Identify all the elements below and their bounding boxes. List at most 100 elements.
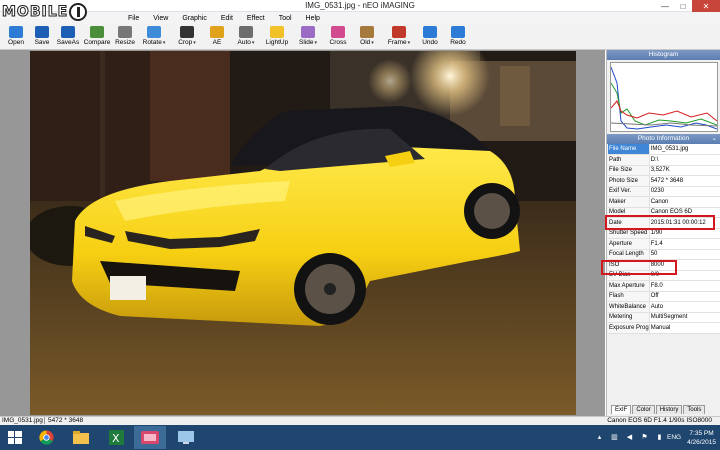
info-row[interactable]: Maker Canon	[608, 196, 720, 208]
info-row[interactable]: WhiteBalance Auto	[608, 301, 720, 313]
taskbar: X ▴ ▥ ◀ ⚑ ▮ ENG 7:35 PM 4/26/2015	[0, 425, 720, 450]
lightup-button[interactable]: LightUp	[262, 24, 292, 50]
info-key: WhiteBalance	[608, 301, 650, 313]
menu-item-file[interactable]: File	[128, 15, 139, 22]
save-as-icon	[61, 26, 75, 38]
compare-button[interactable]: Compare	[82, 24, 112, 50]
redo-label: Redo	[450, 39, 466, 46]
undo-button[interactable]: Undo	[416, 24, 444, 50]
chrome-icon[interactable]	[30, 426, 62, 449]
info-row[interactable]: Focal Length 50	[608, 249, 720, 260]
info-value: 5472 * 3648	[649, 175, 720, 187]
network-icon[interactable]: ▥	[610, 433, 619, 442]
dropdown-arrow-icon[interactable]: ▾	[193, 40, 196, 46]
menu-item-effect[interactable]: Effect	[247, 15, 265, 22]
neo-imaging-icon[interactable]	[134, 426, 166, 449]
slide-button[interactable]: Slide ▾	[292, 24, 324, 50]
info-row[interactable]: Exif Ver. 0230	[608, 186, 720, 197]
info-row[interactable]: Max Aperture F8.0	[608, 280, 720, 292]
info-value: Off	[649, 291, 720, 302]
info-row[interactable]: File Name IMG_0531.jpg	[608, 144, 720, 155]
resize-button[interactable]: Resize	[112, 24, 138, 50]
dropdown-arrow-icon[interactable]: ▾	[408, 40, 411, 46]
dropdown-arrow-icon[interactable]: ▾	[163, 40, 166, 46]
dropdown-arrow-icon[interactable]: ▾	[314, 40, 317, 46]
info-row[interactable]: File Size 3,527K	[608, 165, 720, 176]
info-value: Manual	[649, 322, 720, 334]
cross-button[interactable]: Cross	[324, 24, 352, 50]
tab-color[interactable]: Color	[632, 405, 655, 414]
redo-icon	[451, 26, 465, 38]
redo-button[interactable]: Redo	[444, 24, 472, 50]
slide-icon	[301, 26, 315, 38]
save-icon	[35, 26, 49, 38]
action-center-icon[interactable]: ⚑	[640, 433, 649, 442]
lightup-label: LightUp	[265, 39, 289, 46]
info-row[interactable]: Aperture F1.4	[608, 238, 720, 250]
maximize-button[interactable]: □	[674, 0, 692, 12]
ae-button[interactable]: AE	[204, 24, 230, 50]
open-button[interactable]: Open	[2, 24, 30, 50]
info-row[interactable]: Metering MultiSegment	[608, 312, 720, 323]
volume-icon[interactable]: ◀	[625, 433, 634, 442]
file-explorer-icon[interactable]	[65, 426, 97, 449]
save-button[interactable]: Save	[30, 24, 54, 50]
status-bar: IMG_0531.jpg 5472 * 3648 Canon EOS 6D F1…	[0, 416, 720, 425]
dropdown-arrow-icon[interactable]: ▾	[252, 40, 255, 46]
old-icon	[360, 26, 374, 38]
open-label: Open	[8, 39, 24, 46]
info-key: Metering	[608, 312, 650, 323]
minimize-button[interactable]: —	[656, 0, 674, 12]
collapse-chevron-icon[interactable]: ⌄	[712, 134, 717, 144]
menu-item-edit[interactable]: Edit	[221, 15, 233, 22]
frame-button[interactable]: Frame ▾	[382, 24, 416, 50]
close-button[interactable]: ✕	[692, 0, 720, 12]
menu-item-help[interactable]: Help	[306, 15, 320, 22]
undo-label: Undo	[422, 39, 438, 46]
info-key: Path	[608, 154, 650, 166]
status-dimensions: 5472 * 3648	[44, 417, 83, 424]
ae-label: AE	[212, 39, 222, 46]
info-value: Auto	[649, 301, 720, 313]
frame-icon	[392, 26, 406, 38]
battery-icon[interactable]: ▮	[655, 433, 664, 442]
tab-tools[interactable]: Tools	[683, 405, 706, 414]
photo-info-table: File Name IMG_0531.jpg Path D:\ File Size 3,5…	[608, 144, 720, 334]
saveas-button[interactable]: SaveAs	[54, 24, 82, 50]
crop-button[interactable]: Crop ▾	[170, 24, 204, 50]
rotate-button[interactable]: Rotate ▾	[138, 24, 170, 50]
date-highlight-box	[605, 215, 715, 230]
status-filename: IMG_0531.jpg	[2, 417, 43, 424]
info-row[interactable]: Photo Size 5472 * 3648	[608, 175, 720, 187]
control-panel-icon[interactable]	[170, 426, 202, 449]
svg-text:X: X	[112, 432, 120, 445]
info-row[interactable]: Flash Off	[608, 291, 720, 302]
menu-item-graphic[interactable]: Graphic	[182, 15, 207, 22]
input-language[interactable]: ENG	[667, 434, 681, 441]
tab-history[interactable]: History	[655, 405, 683, 414]
watermark-text: MOBILE	[1, 4, 69, 21]
info-value: D:\	[649, 154, 720, 166]
info-value: MultiSegment	[649, 312, 720, 323]
window-title: IMG_0531.jpg - nEO iMAGING	[305, 1, 415, 10]
windows-start-icon[interactable]	[8, 431, 22, 444]
tray-up-arrow-icon[interactable]: ▴	[595, 433, 604, 442]
cross-label: Cross	[329, 39, 347, 46]
menu-item-tool[interactable]: Tool	[279, 15, 292, 22]
info-row[interactable]: Path D:\	[608, 154, 720, 166]
old-button[interactable]: Old ▾	[352, 24, 382, 50]
mobile01-watermark-logo: MOBILE	[1, 2, 88, 22]
tab-exif[interactable]: ExIF	[611, 405, 632, 414]
compare-label: Compare	[83, 39, 111, 46]
clock[interactable]: 7:35 PM 4/26/2015	[687, 429, 716, 447]
dropdown-arrow-icon[interactable]: ▾	[371, 40, 374, 46]
resize-label: Resize	[115, 39, 135, 46]
excel-icon[interactable]: X	[100, 426, 132, 449]
lightup-icon	[270, 26, 284, 38]
info-row[interactable]: Exposure Prog Manual	[608, 322, 720, 334]
auto-button[interactable]: Auto ▾	[230, 24, 262, 50]
watermark-01-glyph	[69, 3, 88, 21]
photo-illustration	[30, 51, 576, 415]
menu-item-view[interactable]: View	[153, 15, 168, 22]
image-canvas[interactable]	[0, 50, 605, 416]
